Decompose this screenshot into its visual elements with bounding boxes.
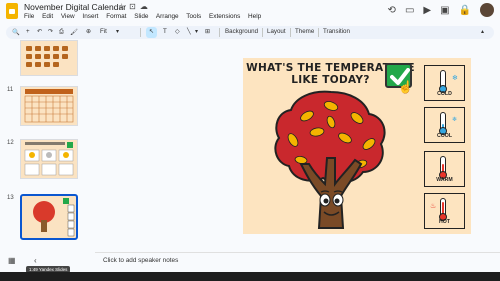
slide-thumbnail-11[interactable] — [20, 86, 78, 126]
transition-button[interactable]: Transition — [323, 28, 350, 35]
slide-thumbnail-10[interactable] — [20, 40, 78, 76]
thermometer-cool-icon — [439, 112, 447, 135]
line-dropdown-icon[interactable]: ▾ — [195, 28, 198, 35]
menu-bar: File Edit View Insert Format Slide Arran… — [24, 13, 267, 20]
add-comment-icon[interactable]: ⊞ — [205, 28, 210, 35]
slideshow-icon[interactable]: ▣ — [440, 5, 449, 16]
thermometer-warm-icon — [439, 156, 447, 179]
move-folder-icon[interactable]: ⊡ — [129, 2, 140, 11]
line-icon[interactable]: ╲ — [187, 28, 191, 35]
cloud-status-icon[interactable]: ☁ — [140, 2, 152, 11]
menu-slide[interactable]: Slide — [134, 13, 148, 20]
select-cursor-icon[interactable]: ↖ — [149, 28, 154, 35]
thermometer-hot-icon — [439, 198, 447, 221]
history-icon[interactable]: ⟲ — [388, 5, 396, 16]
grid-view-icon[interactable]: ▦ — [8, 256, 16, 265]
background-button[interactable]: Background — [225, 28, 258, 35]
avatar[interactable] — [480, 3, 494, 17]
slide-canvas[interactable]: WHAT'S THE TEMPERATURE LIKE TODAY? ☝ ❄ C… — [95, 40, 500, 252]
menu-tools[interactable]: Tools — [186, 13, 201, 20]
comments-icon[interactable]: ▭ — [405, 5, 414, 16]
menu-edit[interactable]: Edit — [42, 13, 53, 20]
snowflake-icon: ❄ — [452, 75, 458, 82]
tree-character-illustration[interactable] — [271, 88, 391, 234]
option-label: HOT — [439, 219, 450, 225]
meet-icon[interactable]: ▶ — [423, 5, 431, 16]
theme-button[interactable]: Theme — [295, 28, 314, 35]
document-title[interactable]: November Digital Calendar — [24, 2, 126, 12]
pointer-hand-icon: ☝ — [398, 80, 413, 94]
slide-thumbnail-13[interactable] — [20, 194, 78, 240]
title-bar: November Digital Calendar ☆⊡☁ File Edit … — [0, 0, 500, 24]
share-lock-icon[interactable]: 🔒 — [459, 5, 471, 16]
zoom-select[interactable]: Fit — [100, 28, 107, 35]
option-label: WARM — [436, 177, 453, 183]
thermometer-cold-icon — [439, 70, 447, 93]
flame-icon: ♨ — [430, 203, 437, 210]
option-label: COOL — [437, 133, 452, 139]
slide-number-11: 11 — [7, 87, 14, 93]
print-icon[interactable]: ⎙ — [59, 28, 64, 36]
menu-arrange[interactable]: Arrange — [156, 13, 179, 20]
redo-icon[interactable]: ↷ — [48, 28, 53, 35]
shape-icon[interactable]: ◇ — [175, 28, 180, 35]
snowflake-icon: ❄ — [452, 117, 458, 123]
header-actions: ⟲ ▭ ▶ ▣ 🔒 — [388, 3, 494, 17]
paint-format-icon[interactable]: 🖌 — [70, 28, 78, 36]
menu-file[interactable]: File — [24, 13, 34, 20]
chevron-down-icon[interactable]: ▾ — [116, 28, 119, 35]
slide-number-13: 13 — [7, 195, 14, 201]
title-actions: ☆⊡☁ — [118, 2, 152, 11]
layout-button[interactable]: Layout — [267, 28, 286, 35]
option-warm[interactable]: WARM — [424, 151, 465, 187]
text-box-icon[interactable]: T — [163, 28, 167, 35]
menu-format[interactable]: Format — [106, 13, 126, 20]
star-icon[interactable]: ☆ — [118, 2, 129, 11]
option-cold[interactable]: ❄ COLD — [424, 65, 465, 101]
slides-panel: 11 12 13 1:49 Yandex Slides — [0, 40, 90, 273]
zoom-icon[interactable]: ⊕ — [86, 28, 91, 35]
option-hot[interactable]: ♨ HOT — [424, 193, 465, 229]
slide[interactable]: WHAT'S THE TEMPERATURE LIKE TODAY? ☝ ❄ C… — [243, 58, 471, 234]
collapse-toolbar-icon[interactable]: ▴ — [481, 28, 484, 35]
slide-thumbnail-12[interactable] — [20, 139, 78, 179]
menu-insert[interactable]: Insert — [82, 13, 98, 20]
slides-app: November Digital Calendar ☆⊡☁ File Edit … — [0, 0, 500, 281]
search-menus-icon[interactable]: 🔍 — [12, 28, 20, 36]
speaker-notes[interactable]: Click to add speaker notes — [95, 252, 500, 268]
undo-icon[interactable]: ↶ — [37, 28, 42, 35]
slides-logo-icon[interactable] — [6, 3, 18, 19]
menu-view[interactable]: View — [61, 13, 75, 20]
new-slide-icon[interactable]: + — [26, 28, 30, 35]
option-label: COLD — [437, 91, 452, 97]
option-cool[interactable]: ❄ COOL — [424, 107, 465, 143]
collapse-panel-icon[interactable]: ‹ — [34, 256, 37, 265]
menu-help[interactable]: Help — [248, 13, 261, 20]
menu-extensions[interactable]: Extensions — [209, 13, 240, 20]
toolbar: 🔍 + ↶ ↷ ⎙ 🖌 ⊕ Fit ▾ ↖ T ◇ ╲ ▾ ⊞ Backgrou… — [6, 26, 494, 39]
slide-number-12: 12 — [7, 140, 14, 146]
taskbar — [0, 272, 500, 281]
speaker-notes-placeholder: Click to add speaker notes — [103, 257, 179, 264]
